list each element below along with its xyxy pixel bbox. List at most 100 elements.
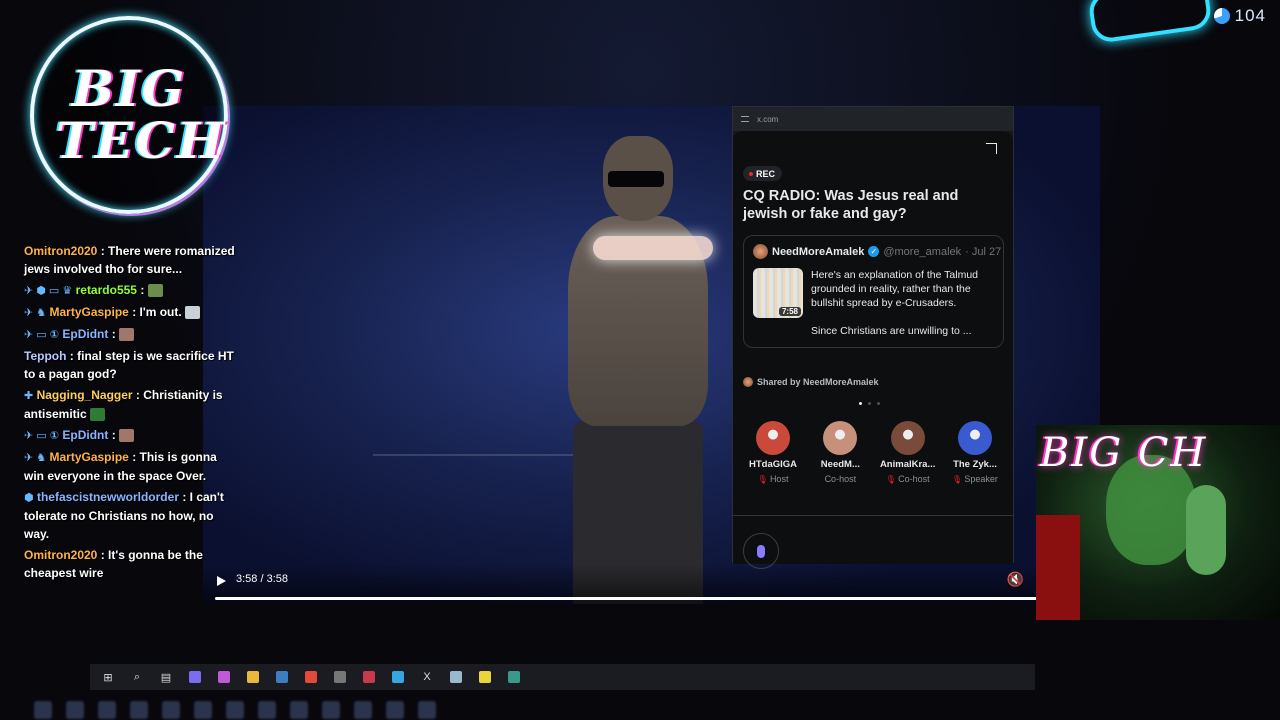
tweet-author-avatar[interactable] (753, 244, 768, 259)
stream-canvas: 104 3:58 / 3:58 🔇 BIG TECH Omitron2020 :… (0, 0, 1280, 720)
video-duration: 7:58 (778, 307, 801, 316)
viewer-count: 104 (1213, 6, 1266, 26)
tweet-video-thumbnail[interactable]: 7:58 (753, 268, 803, 318)
windows-taskbar: ⊞ ⌕ ▤ X (90, 664, 1035, 690)
stream-tool-icon[interactable] (359, 668, 379, 686)
background-taskbar-reflection (34, 701, 594, 720)
participant-name: HTdaGIGA (748, 459, 798, 470)
muted-mic-icon: 🎙 (885, 475, 899, 484)
sticky-notes-icon[interactable] (475, 668, 495, 686)
task-view-icon[interactable]: ▤ (156, 668, 176, 686)
telegram-icon[interactable] (388, 668, 408, 686)
emote-icon (119, 429, 135, 443)
chat-username[interactable]: MartyGaspipe (49, 305, 128, 319)
chat-badges-icon: ✈ ▭ ① (24, 430, 60, 442)
chat-username[interactable]: Nagging_Nagger (37, 388, 133, 402)
chat-badges-icon: ✈ ▭ ① (24, 329, 60, 341)
search-icon[interactable]: ⌕ (127, 668, 147, 686)
participant-role: Co-host (824, 474, 857, 484)
participant[interactable]: HTdaGIGA 🎙 Host (741, 421, 805, 484)
shared-by-row: Shared by NeedMoreAmalek (743, 377, 879, 387)
chat-username[interactable]: Omitron2020 (24, 548, 97, 562)
tweet-text-paragraph-2: Since Christians are unwilling to ... (811, 325, 972, 337)
tweet-header: NeedMoreAmalek ✓ @more_amalek · Jul 27 (753, 244, 1001, 259)
participant-role: Co-host (898, 474, 930, 484)
chat-username[interactable]: retardo555 (76, 283, 137, 297)
participant-name: NeedM... (820, 459, 860, 470)
participant-role-row: 🎙 Speaker (943, 474, 1007, 484)
notepad-icon[interactable] (446, 668, 466, 686)
verified-badge-icon: ✓ (868, 246, 880, 257)
tweet-text-paragraph-1: Here's an explanation of the Talmud grou… (811, 269, 979, 309)
participant-avatar[interactable] (890, 421, 925, 455)
copilot-icon[interactable] (185, 668, 205, 686)
participant-name: AnimalKra... (879, 459, 936, 470)
site-settings-icon[interactable] (741, 116, 749, 122)
webcam-logo-overlay: BIG CH (1040, 430, 1208, 476)
obs-icon[interactable] (330, 668, 350, 686)
chat-text: : (140, 283, 145, 297)
chat-username[interactable]: thefascistnewworldorder (37, 490, 179, 504)
chrome-icon[interactable] (301, 668, 321, 686)
participant-avatar[interactable] (823, 421, 858, 455)
shared-by-text: Shared by NeedMoreAmalek (757, 377, 879, 387)
pinned-tweet-card[interactable]: NeedMoreAmalek ✓ @more_amalek · Jul 27 7… (743, 235, 1004, 348)
viewer-count-value: 104 (1234, 6, 1266, 25)
pager-dot-active[interactable] (859, 402, 862, 405)
chat-username[interactable]: EpDidnt (62, 327, 108, 341)
muted-mic-icon: 🎙 (952, 475, 965, 484)
chat-username[interactable]: Omitron2020 (24, 244, 97, 258)
chat-text: : (111, 327, 116, 341)
player-controls: 3:58 / 3:58 🔇 (203, 564, 1100, 604)
space-title: CQ RADIO: Was Jesus real and jewish or f… (743, 188, 959, 222)
chat-message: ✈ ♞ MartyGaspipe : This is gonna win eve… (24, 448, 236, 485)
chat-text: : (111, 428, 116, 442)
steam-icon[interactable] (272, 668, 292, 686)
chat-message: Omitron2020 : It's gonna be the cheapest… (24, 546, 236, 582)
viewers-icon (1213, 8, 1230, 24)
tweet-date: · Jul 27 (965, 245, 1002, 258)
carousel-pager[interactable] (859, 402, 880, 405)
participant[interactable]: NeedM... Co-host (808, 421, 872, 484)
participant-role: Speaker (964, 474, 998, 484)
chat-badges-icon: ✈ ♞ (24, 452, 47, 464)
chat-username[interactable]: MartyGaspipe (49, 450, 128, 464)
participant-name: The Zyk... (953, 459, 997, 470)
pager-dot[interactable] (877, 402, 880, 405)
muted-mic-icon: 🎙 (757, 475, 770, 484)
rec-badge: REC (743, 166, 783, 181)
tweet-text: Here's an explanation of the Talmud grou… (811, 268, 996, 338)
expand-icon[interactable] (986, 143, 997, 154)
participant-avatar[interactable] (957, 421, 992, 455)
participant[interactable]: The Zyk... 🎙 Speaker (943, 421, 1007, 484)
video-frame-performer (533, 136, 733, 604)
participants-list: HTdaGIGA 🎙 Host NeedM... Co-host AnimalKra..… (741, 421, 1007, 484)
time-display: 3:58 / 3:58 (236, 573, 288, 585)
file-explorer-icon[interactable] (243, 668, 263, 686)
chat-message: ✈ ▭ ① EpDidnt : (24, 426, 236, 445)
chat-message: ✈ ⬢ ▭ ♛ retardo555 : (24, 281, 236, 300)
x-space-panel: x.com REC CQ RADIO: Was Jesus real and j… (732, 106, 1014, 569)
pager-dot[interactable] (868, 402, 871, 405)
emote-icon (147, 284, 163, 298)
mute-icon[interactable]: 🔇 (1007, 571, 1024, 588)
tweet-author-name[interactable]: NeedMoreAmalek (772, 246, 864, 258)
participant[interactable]: AnimalKra... 🎙 Co-host (876, 421, 940, 484)
participant-role-row: Co-host (808, 474, 872, 484)
windows-icon[interactable]: ⊞ (98, 668, 118, 686)
chat-username[interactable]: EpDidnt (62, 428, 108, 442)
chat-badges-icon: ⬢ (24, 492, 34, 504)
chat-message: ✈ ▭ ① EpDidnt : (24, 325, 236, 344)
terminal-icon[interactable] (504, 668, 524, 686)
chat-message: ✈ ♞ MartyGaspipe : I'm out. (24, 303, 236, 322)
chrome-alt-icon[interactable] (214, 668, 234, 686)
chat-message: ⬢ thefascistnewworldorder : I can't tole… (24, 488, 236, 543)
chat-username[interactable]: Teppoh (24, 349, 66, 363)
chat-badges-icon: ✚ (24, 390, 34, 402)
emote-icon (119, 328, 135, 342)
progress-bar[interactable] (215, 597, 1037, 600)
mic-button[interactable] (743, 533, 779, 569)
participant-avatar[interactable] (756, 421, 790, 455)
x-icon[interactable]: X (417, 668, 437, 686)
divider (733, 515, 1013, 516)
